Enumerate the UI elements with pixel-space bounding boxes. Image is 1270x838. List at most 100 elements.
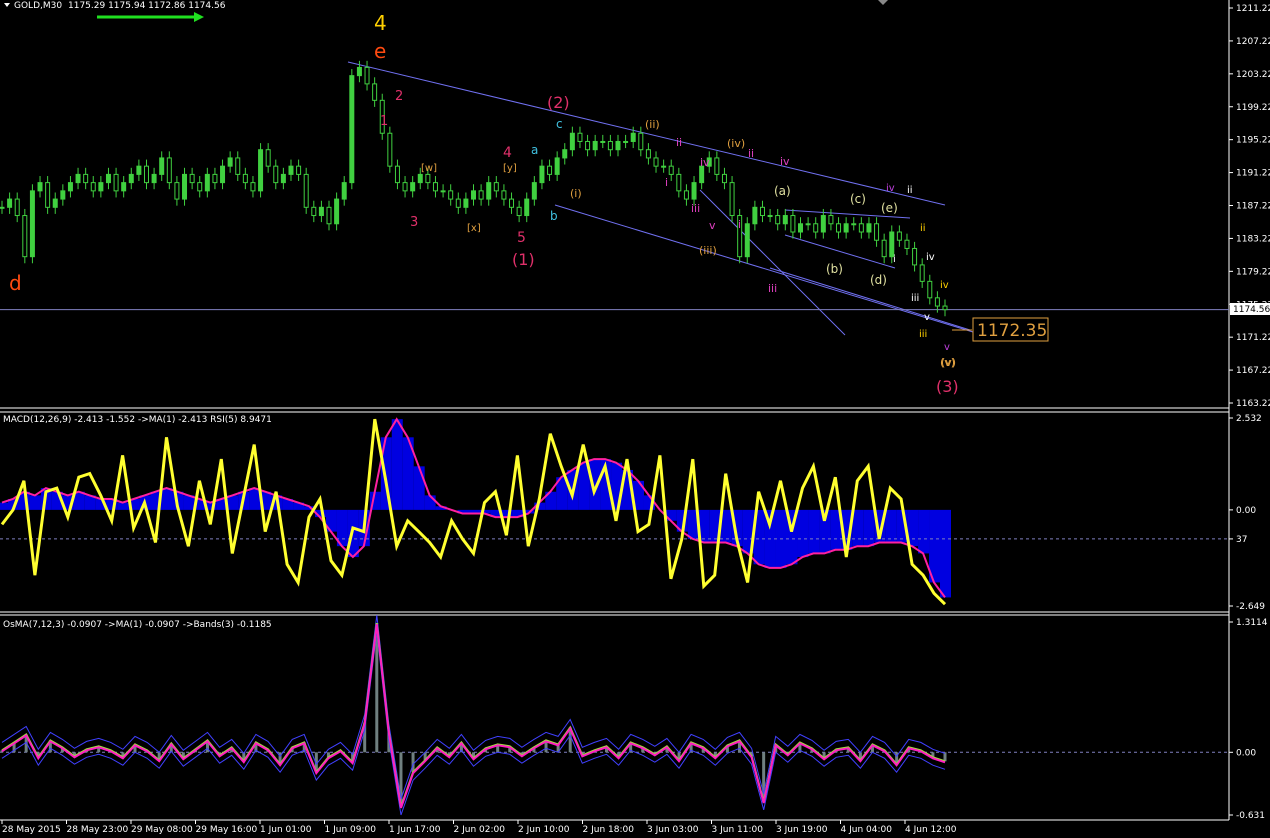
trend-line: [554, 204, 974, 333]
wave-label: v: [709, 219, 716, 232]
candle-body: [516, 206, 522, 217]
candle-body: [417, 173, 423, 184]
wave-label: 4: [503, 145, 512, 161]
macd-bar: [918, 509, 930, 554]
candle-body: [296, 165, 302, 175]
candle-body: [942, 305, 948, 311]
wave-label: iii: [768, 282, 777, 295]
macd-bar: [413, 466, 425, 510]
macd-y-axis: 2.532 0.00 37 -2.649: [1229, 414, 1265, 612]
y-tick-label: 1203.22: [1236, 70, 1270, 80]
macd-bar: [665, 509, 677, 521]
price-panel[interactable]: [0, 60, 1229, 336]
candle-body: [691, 182, 697, 200]
dropdown-icon[interactable]: [4, 3, 10, 7]
candle-body: [569, 132, 575, 151]
wave-label: i: [893, 254, 896, 265]
candle-body: [235, 157, 241, 175]
wave-label: (2): [547, 93, 570, 112]
candle-body: [197, 182, 203, 192]
candle-body: [775, 215, 781, 225]
candle-body: [813, 223, 819, 233]
x-tick-label: 2 Jun 10:00: [518, 825, 570, 835]
candle-body: [7, 198, 13, 208]
candle-body: [934, 297, 940, 307]
y-tick-label: -2.649: [1236, 602, 1265, 612]
candle-body: [714, 157, 720, 175]
macd-bar: [0, 502, 8, 510]
wave-label: v: [924, 312, 930, 323]
y-tick-label: 37: [1236, 535, 1247, 545]
macd-header: MACD(12,26,9) -2.413 -1.552 ->MA(1) -2.4…: [3, 415, 272, 425]
candle-body: [912, 247, 918, 266]
wave-label: 1: [380, 114, 388, 129]
osma-panel[interactable]: [0, 615, 1229, 816]
candle-body: [486, 182, 492, 200]
candle-body: [242, 173, 248, 184]
candle-body: [60, 190, 66, 200]
wave-label: (1): [512, 250, 535, 269]
wave-label: iv: [700, 156, 710, 169]
y-tick-label: 1195.22: [1236, 136, 1270, 146]
wave-label: 2: [395, 89, 403, 104]
ohlc-values: 1175.29 1175.94 1172.86 1174.56: [68, 1, 226, 11]
wave-label: (e): [881, 201, 898, 215]
candle-body: [432, 182, 438, 192]
wave-label: iv: [886, 183, 895, 194]
wave-label: ii: [920, 223, 926, 234]
osma-line: [1, 622, 946, 808]
wave-label: v: [944, 342, 950, 353]
osma-y-axis: 1.3114 0.00 -0.631: [1229, 618, 1268, 821]
candle-body: [311, 206, 317, 217]
candle-body: [790, 215, 796, 233]
candle-body: [881, 239, 887, 258]
candle-body: [509, 198, 515, 208]
candle-body: [174, 182, 180, 200]
candle-body: [425, 173, 431, 184]
macd-panel[interactable]: [0, 417, 1229, 606]
y-tick-label: 0.00: [1236, 506, 1256, 516]
wave-label: (i): [570, 187, 582, 200]
candle-body: [22, 215, 28, 258]
candle-body: [273, 165, 279, 184]
wave-label: (3): [936, 377, 959, 396]
candle-body: [759, 206, 765, 217]
wave-label: (c): [850, 192, 866, 206]
symbol-title: GOLD,M30: [14, 1, 62, 11]
candle-body: [121, 182, 127, 192]
candle-body: [387, 132, 393, 167]
x-tick-label: 2 Jun 18:00: [583, 825, 635, 835]
y-tick-label: -0.631: [1236, 811, 1265, 821]
candle-body: [52, 198, 58, 208]
wave-label: d: [9, 271, 22, 295]
trading-chart[interactable]: 1211.22 1207.22 1203.22 1199.22 1195.22 1191.…: [0, 0, 1270, 838]
candle-body: [182, 173, 188, 200]
macd-bar: [885, 509, 897, 543]
candle-body: [364, 66, 370, 85]
candle-body: [782, 215, 788, 225]
y-tick-label: 1191.22: [1236, 169, 1270, 179]
macd-bar: [808, 509, 820, 554]
collapse-icon[interactable]: [878, 0, 888, 5]
candle-body: [607, 140, 613, 151]
candle-body: [471, 190, 476, 200]
candle-body: [547, 165, 553, 175]
x-tick-label: 28 May 2015: [2, 825, 61, 835]
candle-body: [402, 182, 408, 192]
osma-header: OsMA(7,12,3) -0.0907 ->MA(1) -0.0907 ->B…: [3, 620, 272, 630]
x-tick-label: 29 May 08:00: [131, 825, 193, 835]
macd-bar: [797, 509, 809, 558]
candle-body: [851, 223, 857, 226]
candle-body: [136, 165, 142, 175]
price-y-axis: 1211.22 1207.22 1203.22 1199.22 1195.22 1191.…: [1229, 4, 1270, 409]
x-tick-label: 3 Jun 11:00: [712, 825, 764, 835]
candle-body: [919, 264, 925, 282]
candle-body: [334, 198, 340, 225]
wave-label: (d): [870, 273, 887, 287]
candle-body: [0, 206, 5, 209]
candle-body: [501, 190, 507, 200]
candle-body: [600, 140, 606, 143]
price-marker-value: 1172.35: [977, 321, 1047, 341]
macd-bar: [347, 509, 359, 558]
candle-body: [585, 140, 591, 151]
